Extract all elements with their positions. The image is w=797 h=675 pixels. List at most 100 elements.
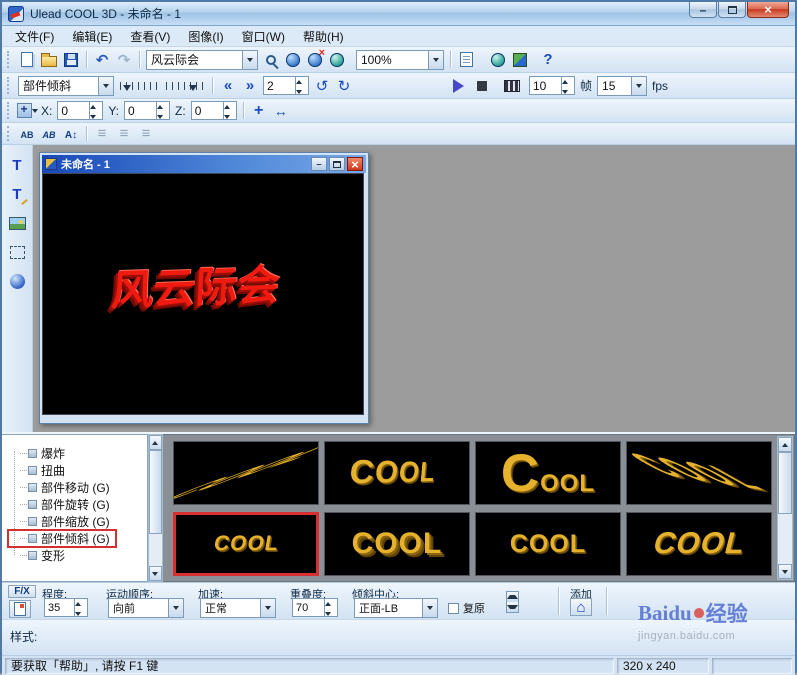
export-button[interactable] xyxy=(455,49,477,71)
scroll-up-button[interactable] xyxy=(778,437,792,452)
aux-spinner[interactable] xyxy=(506,591,519,613)
preset-thumbnail-4[interactable]: COOL xyxy=(626,441,772,505)
ease-out-slider[interactable] xyxy=(164,78,206,94)
scroll-down-button[interactable] xyxy=(778,564,792,579)
effect-item-move[interactable]: 部件移动 (G) xyxy=(8,479,116,496)
up-arrow[interactable] xyxy=(507,592,518,602)
spinner-arrows[interactable] xyxy=(324,599,337,619)
selection-button[interactable] xyxy=(5,240,29,264)
first-frame-button[interactable] xyxy=(217,75,239,97)
toolbar-grip[interactable] xyxy=(7,102,13,119)
web-button[interactable] xyxy=(487,49,509,71)
plugins-button[interactable] xyxy=(509,49,531,71)
close-button[interactable] xyxy=(747,2,789,18)
overlap-spinner[interactable]: 70 xyxy=(292,598,338,619)
text-kerning-button[interactable] xyxy=(38,123,60,145)
effect-item-rotate[interactable]: 部件旋转 (G) xyxy=(8,496,116,513)
reverse-loop-button[interactable] xyxy=(333,75,355,97)
text-spacing-button[interactable] xyxy=(16,123,38,145)
chevron-down-icon[interactable] xyxy=(260,599,275,617)
accel-dropdown[interactable]: 正常 xyxy=(200,598,276,618)
chevron-down-icon[interactable] xyxy=(168,599,183,617)
menu-file[interactable]: 文件(F) xyxy=(6,26,63,47)
toolbar-grip[interactable] xyxy=(7,76,13,95)
menu-view[interactable]: 查看(V) xyxy=(121,26,179,47)
menu-image[interactable]: 图像(I) xyxy=(179,26,232,47)
document-close-button[interactable] xyxy=(347,157,363,171)
spinner-arrows[interactable] xyxy=(295,77,308,97)
help-button[interactable] xyxy=(537,49,559,71)
undo-button[interactable] xyxy=(91,49,113,71)
transform-mode-button[interactable] xyxy=(16,100,38,122)
preset-thumbnail-8[interactable]: COOL xyxy=(626,512,772,576)
canvas[interactable]: 风云际会 xyxy=(42,173,364,415)
toolbar-grip[interactable] xyxy=(7,126,13,141)
preset-thumbnail-1[interactable]: COOL xyxy=(173,441,319,505)
scroll-up-button[interactable] xyxy=(148,435,162,450)
camera-mode-button[interactable] xyxy=(326,49,348,71)
menu-window[interactable]: 窗口(W) xyxy=(233,26,294,47)
duration-spinner[interactable]: 10 xyxy=(529,76,575,97)
toolbar-grip[interactable] xyxy=(7,50,13,69)
tree-scrollbar[interactable] xyxy=(147,434,163,582)
maximize-button[interactable] xyxy=(718,2,746,18)
align-right-button[interactable] xyxy=(135,123,157,145)
insert-image-button[interactable] xyxy=(5,211,29,235)
effect-item-scale[interactable]: 部件缩放 (G) xyxy=(8,513,116,530)
move-object-button[interactable] xyxy=(270,100,292,122)
preset-thumbnail-6[interactable]: COOL xyxy=(324,512,470,576)
x-spinner[interactable]: 0 xyxy=(57,101,104,122)
insert-text-button[interactable] xyxy=(5,153,29,177)
degree-spinner[interactable]: 35 xyxy=(44,598,88,619)
tilt-center-dropdown[interactable]: 正面-LB xyxy=(354,598,438,618)
chevron-down-icon[interactable] xyxy=(631,76,647,95)
effect-item-twist[interactable]: 扭曲 xyxy=(8,462,71,479)
menu-edit[interactable]: 编辑(E) xyxy=(63,26,121,47)
chevron-down-icon[interactable] xyxy=(428,50,443,69)
edit-text-button[interactable] xyxy=(5,182,29,206)
document-title-bar[interactable]: 未命名 - 1 xyxy=(42,155,366,173)
align-center-button[interactable] xyxy=(113,123,135,145)
chevron-down-icon[interactable] xyxy=(98,76,113,95)
scene-mode-button[interactable] xyxy=(282,49,304,71)
insert-object-button[interactable] xyxy=(5,269,29,293)
minimize-button[interactable] xyxy=(689,2,717,18)
scroll-thumb[interactable] xyxy=(778,452,792,514)
object-mode-button[interactable] xyxy=(304,47,326,71)
scroll-track[interactable] xyxy=(148,450,162,566)
ease-in-slider[interactable] xyxy=(118,78,160,94)
current-frame-spinner[interactable]: 2 xyxy=(263,76,309,97)
spinner-arrows[interactable] xyxy=(222,102,236,122)
y-spinner[interactable]: 0 xyxy=(124,101,171,122)
open-button[interactable] xyxy=(38,49,60,71)
effect-item-explode[interactable]: 爆炸 xyxy=(8,445,71,462)
effect-item-tilt[interactable]: 部件倾斜 (G) xyxy=(7,529,117,548)
fit-window-button[interactable] xyxy=(260,49,282,71)
redo-button[interactable] xyxy=(113,49,135,71)
stop-button[interactable] xyxy=(471,75,493,97)
fps-dropdown[interactable]: 15 xyxy=(597,75,648,96)
preset-thumbnail-2[interactable]: COOL xyxy=(324,441,470,505)
preset-thumbnail-5-selected[interactable]: COOL xyxy=(173,512,319,576)
restore-checkbox[interactable]: 复原 xyxy=(448,600,485,616)
document-maximize-button[interactable] xyxy=(329,157,345,171)
save-button[interactable] xyxy=(60,49,82,71)
menu-help[interactable]: 帮助(H) xyxy=(294,26,353,47)
title-bar[interactable]: Ulead COOL 3D - 未命名 - 1 xyxy=(2,2,795,26)
loop-button[interactable] xyxy=(311,75,333,97)
add-button[interactable] xyxy=(570,598,592,616)
text-leading-button[interactable] xyxy=(60,123,82,145)
scroll-thumb[interactable] xyxy=(148,450,162,534)
fx-button[interactable]: F/X xyxy=(8,585,36,598)
effect-dropdown[interactable]: 部件倾斜 xyxy=(18,75,114,96)
preset-dropdown[interactable]: 风云际会 xyxy=(146,49,258,70)
align-left-button[interactable] xyxy=(91,123,113,145)
chevron-down-icon[interactable] xyxy=(242,50,257,69)
spinner-arrows[interactable] xyxy=(156,102,169,122)
effect-item-deform[interactable]: 变形 xyxy=(8,547,71,564)
last-frame-button[interactable] xyxy=(239,75,261,97)
down-arrow[interactable] xyxy=(507,602,518,612)
spinner-arrows[interactable] xyxy=(561,77,574,97)
scroll-track[interactable] xyxy=(778,452,792,564)
spinner-arrows[interactable] xyxy=(74,599,87,619)
